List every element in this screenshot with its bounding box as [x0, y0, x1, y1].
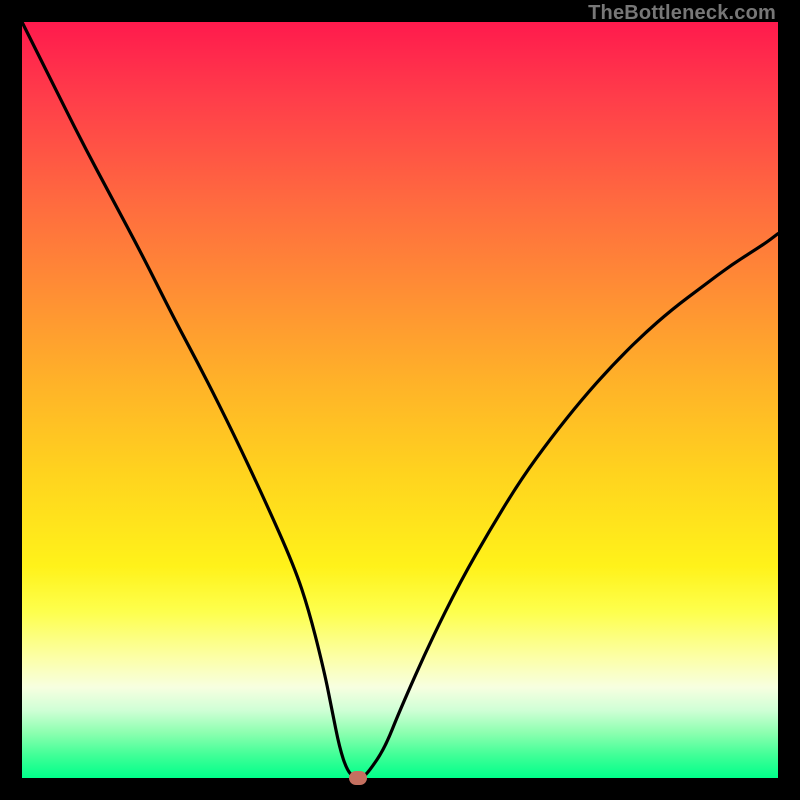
chart-frame: TheBottleneck.com — [0, 0, 800, 800]
curve-layer — [22, 22, 778, 778]
plot-area — [22, 22, 778, 778]
current-point-marker — [349, 771, 367, 785]
bottleneck-curve — [22, 22, 778, 778]
